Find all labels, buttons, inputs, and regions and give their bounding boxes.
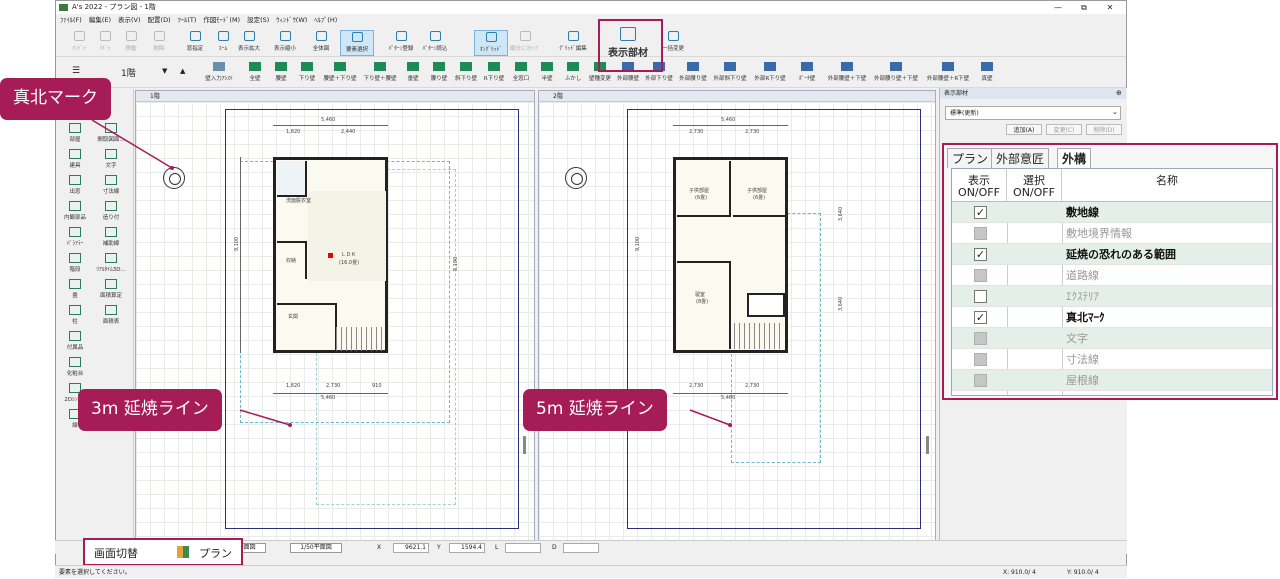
callout-3m-fire-line: 3m 延焼ライン xyxy=(78,389,222,431)
callout-5m-fire-line: 5m 延焼ライン xyxy=(523,389,667,431)
leader-dot xyxy=(288,423,292,427)
leader-north xyxy=(91,119,173,169)
leader-dot xyxy=(728,423,732,427)
leader-5m xyxy=(689,409,731,426)
callout-north-mark: 真北マーク xyxy=(0,78,111,120)
callout-leaders xyxy=(91,119,732,427)
leader-3m xyxy=(239,409,291,426)
leader-dot xyxy=(170,166,174,170)
